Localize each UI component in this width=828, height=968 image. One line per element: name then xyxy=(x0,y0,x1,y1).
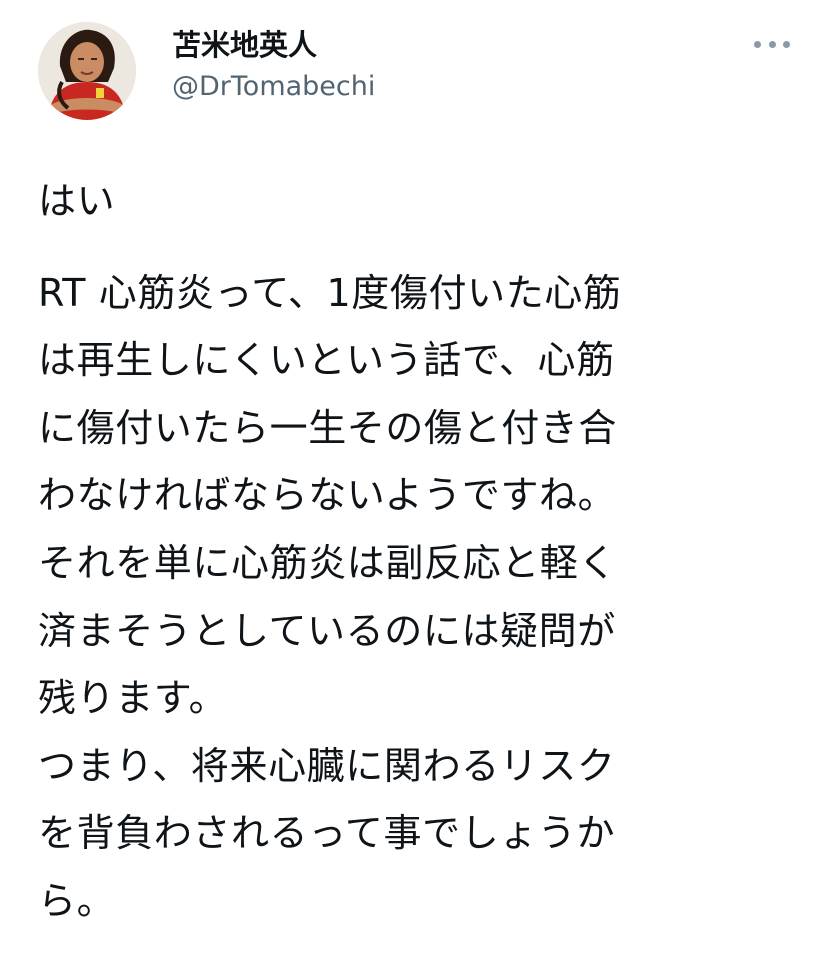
tweet-text-line: を背負わされるって事でしょうか xyxy=(38,811,616,856)
tweet-text-line: 済まそうとしているのには疑問が xyxy=(38,608,616,653)
tweet-text-line: はい xyxy=(38,179,116,223)
tweet-text-line: に傷付いたら一生その傷と付き合 xyxy=(38,405,618,450)
tweet-text-line: は再生しにくいという話で、心筋 xyxy=(38,338,615,383)
tweet-text-line: つまり、将来心臓に関わるリスク xyxy=(38,743,616,788)
more-dot xyxy=(768,40,776,48)
tweet-text-line: 残ります。 xyxy=(38,676,228,721)
tweet-card: 苫米地英人 @DrTomabechi はい RT 心筋炎って、1度傷付いた心筋 … xyxy=(0,0,828,968)
more-options-icon[interactable] xyxy=(754,32,790,56)
profile-photo-icon xyxy=(38,22,136,120)
tweet-text-line: RT 心筋炎って、1度傷付いた心筋 xyxy=(38,270,622,315)
author-handle[interactable]: @DrTomabechi xyxy=(172,70,375,104)
more-dot xyxy=(754,40,761,48)
tweet-text-line: わなければならないようですね。 xyxy=(38,473,617,518)
author-names: 苫米地英人 @DrTomabechi xyxy=(172,26,375,104)
tweet-text: はい RT 心筋炎って、1度傷付いた心筋 は再生しにくいという話で、心筋 に傷付… xyxy=(38,168,798,936)
author-display-name[interactable]: 苫米地英人 xyxy=(172,26,375,64)
avatar[interactable] xyxy=(38,22,136,120)
tweet-text-line: それを単に心筋炎は副反応と軽く xyxy=(38,540,618,585)
tweet-header: 苫米地英人 @DrTomabechi xyxy=(38,22,798,122)
more-dot xyxy=(783,40,790,48)
tweet-text-line: ら。 xyxy=(38,878,116,923)
